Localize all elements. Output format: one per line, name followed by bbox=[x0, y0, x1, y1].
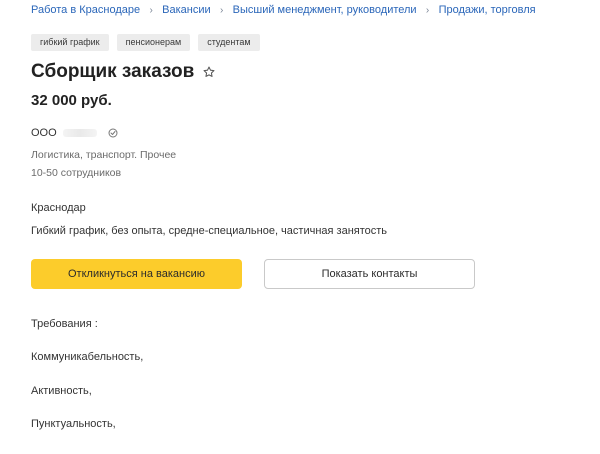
company-name-hidden bbox=[62, 129, 97, 137]
salary: 32 000 руб. bbox=[31, 92, 112, 109]
breadcrumb-link-jobs-krasnodar[interactable]: Работа в Краснодаре bbox=[31, 4, 140, 16]
tag-flexible-schedule[interactable]: гибкий график bbox=[31, 34, 109, 51]
tag-students[interactable]: студентам bbox=[198, 34, 260, 51]
verified-icon bbox=[107, 127, 119, 139]
company-industry: Логистика, транспорт. Прочее bbox=[31, 149, 177, 161]
vacancy-conditions: Гибкий график, без опыта, средне-специал… bbox=[31, 225, 388, 237]
requirement-item: Пунктуальность, bbox=[31, 418, 116, 430]
company-row: ООО bbox=[31, 127, 119, 139]
vacancy-title: Сборщик заказов bbox=[31, 61, 195, 82]
chevron-right-icon: › bbox=[149, 4, 153, 16]
breadcrumb-link-vacancies[interactable]: Вакансии bbox=[162, 4, 211, 16]
tag-pensioners[interactable]: пенсионерам bbox=[116, 34, 191, 51]
breadcrumb: Работа в Краснодаре › Вакансии › Высший … bbox=[31, 4, 536, 16]
requirement-item: Активность, bbox=[31, 385, 92, 397]
show-contacts-button[interactable]: Показать контакты bbox=[264, 259, 475, 289]
vacancy-tags: гибкий график пенсионерам студентам bbox=[31, 34, 268, 51]
chevron-right-icon: › bbox=[219, 4, 224, 16]
breadcrumb-link-sales[interactable]: Продажи, торговля bbox=[439, 4, 536, 16]
company-name[interactable]: ООО bbox=[31, 127, 57, 139]
apply-button[interactable]: Откликнуться на вакансию bbox=[31, 259, 242, 289]
breadcrumb-link-top-management[interactable]: Высший менеджмент, руководители bbox=[233, 4, 417, 16]
requirement-item: Коммуникабельность, bbox=[31, 351, 144, 363]
star-outline-icon[interactable] bbox=[202, 65, 216, 79]
title-row: Сборщик заказов bbox=[31, 61, 216, 83]
vacancy-city: Краснодар bbox=[31, 202, 86, 214]
chevron-right-icon: › bbox=[425, 4, 430, 16]
company-employees: 10-50 сотрудников bbox=[31, 167, 122, 179]
requirements-heading: Требования : bbox=[31, 318, 98, 330]
vacancy-page: Работа в Краснодаре › Вакансии › Высший … bbox=[0, 0, 600, 454]
